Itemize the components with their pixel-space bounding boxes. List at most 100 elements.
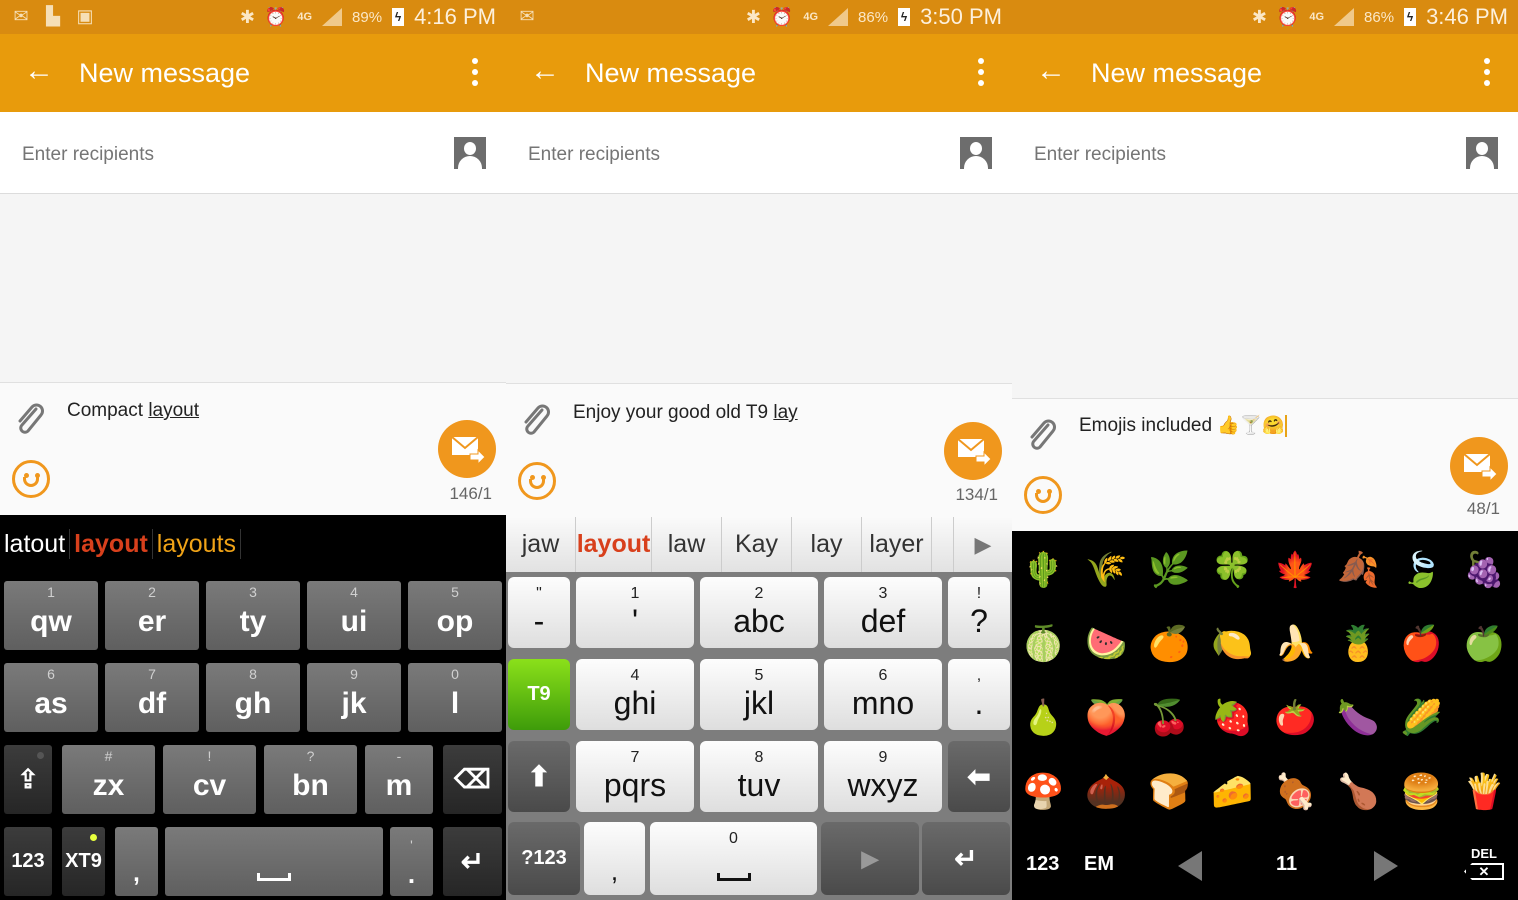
emoji-button-icon[interactable] bbox=[1024, 476, 1062, 514]
emoji-mode-key[interactable]: EM bbox=[1084, 853, 1114, 876]
emoji-key[interactable]: 🍆 bbox=[1327, 681, 1390, 755]
key-dash[interactable]: " - bbox=[508, 577, 570, 648]
key-m[interactable]: -m bbox=[365, 745, 433, 814]
recipients-input[interactable] bbox=[22, 144, 402, 166]
emoji-key[interactable]: 🍓 bbox=[1201, 681, 1264, 755]
recipients-input[interactable] bbox=[1034, 144, 1414, 166]
emoji-key[interactable]: 🍒 bbox=[1138, 681, 1201, 755]
emoji-key[interactable]: 🌵 bbox=[1012, 533, 1075, 607]
emoji-key[interactable]: 🍟 bbox=[1453, 755, 1516, 829]
emoji-key[interactable]: 🍑 bbox=[1075, 681, 1138, 755]
emoji-key[interactable]: 🍂 bbox=[1327, 533, 1390, 607]
key-question[interactable]: !? bbox=[948, 577, 1010, 648]
emoji-key[interactable]: 🧀 bbox=[1201, 755, 1264, 829]
key-2[interactable]: 2 abc bbox=[700, 577, 818, 648]
key-period[interactable]: ,. bbox=[948, 659, 1010, 730]
emoji-key[interactable]: 🌾 bbox=[1075, 533, 1138, 607]
send-button[interactable] bbox=[1450, 437, 1508, 495]
back-arrow-icon[interactable]: ← bbox=[530, 56, 560, 86]
emoji-key[interactable]: 🍊 bbox=[1138, 607, 1201, 681]
key-1[interactable]: 1 ' bbox=[576, 577, 694, 648]
emoji-key[interactable]: 🍔 bbox=[1390, 755, 1453, 829]
contact-picker-icon[interactable] bbox=[454, 137, 486, 169]
cursor-right-key[interactable]: ▶ bbox=[821, 822, 919, 895]
back-arrow-icon[interactable]: ← bbox=[1036, 56, 1066, 86]
key-gh[interactable]: 8 gh bbox=[206, 663, 300, 732]
key-8[interactable]: 8 tuv bbox=[700, 741, 818, 812]
emoji-key[interactable]: 🍃 bbox=[1390, 533, 1453, 607]
emoji-button-icon[interactable] bbox=[518, 462, 556, 500]
symbols-key[interactable]: ?123 bbox=[508, 822, 580, 895]
key-ty[interactable]: 3 ty bbox=[206, 581, 300, 650]
key-zx[interactable]: # zx bbox=[62, 745, 155, 814]
key-op[interactable]: 5 op bbox=[408, 581, 502, 650]
emoji-key[interactable]: 🌽 bbox=[1390, 681, 1453, 755]
send-button[interactable] bbox=[438, 420, 496, 478]
emoji-key[interactable]: 🍞 bbox=[1138, 755, 1201, 829]
emoji-key[interactable]: 🌶 bbox=[1453, 681, 1516, 755]
emoji-key[interactable]: 🍀 bbox=[1201, 533, 1264, 607]
backspace-key[interactable]: ⌫ bbox=[443, 745, 502, 814]
emoji-key[interactable]: 🍄 bbox=[1012, 755, 1075, 829]
emoji-key[interactable]: 🍋 bbox=[1201, 607, 1264, 681]
key-6[interactable]: 6 mno bbox=[824, 659, 942, 730]
emoji-key[interactable]: 🍖 bbox=[1264, 755, 1327, 829]
key-5[interactable]: 5 jkl bbox=[700, 659, 818, 730]
contact-picker-icon[interactable] bbox=[960, 137, 992, 169]
emoji-key[interactable]: 🍈 bbox=[1012, 607, 1075, 681]
emoji-key[interactable]: 🍍 bbox=[1327, 607, 1390, 681]
key-4[interactable]: 4 ghi bbox=[576, 659, 694, 730]
more-options-icon[interactable] bbox=[472, 58, 478, 86]
more-options-icon[interactable] bbox=[978, 58, 984, 86]
message-input[interactable]: Enjoy your good old T9 lay bbox=[573, 402, 798, 424]
shift-key[interactable]: ⬆ bbox=[508, 741, 570, 812]
t9-mode-key[interactable]: T9 bbox=[508, 659, 570, 730]
emoji-key[interactable]: 🍁 bbox=[1264, 533, 1327, 607]
xt9-mode-key[interactable]: XT9 bbox=[62, 827, 105, 896]
period-key[interactable]: '. bbox=[390, 827, 433, 896]
key-er[interactable]: 2 er bbox=[105, 581, 199, 650]
more-options-icon[interactable] bbox=[1484, 58, 1490, 86]
key-bn[interactable]: ? bn bbox=[264, 745, 357, 814]
attachment-icon[interactable] bbox=[1026, 419, 1060, 453]
key-3[interactable]: 3 def bbox=[824, 577, 942, 648]
backspace-key[interactable]: ⬅ bbox=[948, 741, 1010, 812]
key-cv[interactable]: ! cv bbox=[163, 745, 256, 814]
emoji-key[interactable]: 🍎 bbox=[1390, 607, 1453, 681]
emoji-key[interactable]: 🍇 bbox=[1453, 533, 1516, 607]
suggestion-item[interactable]: layer bbox=[862, 517, 932, 572]
key-9[interactable]: 9 wxyz bbox=[824, 741, 942, 812]
comma-key[interactable]: , bbox=[584, 822, 645, 895]
emoji-key[interactable]: 🌿 bbox=[1138, 533, 1201, 607]
key-df[interactable]: 7 df bbox=[105, 663, 199, 732]
emoji-key[interactable]: 🍐 bbox=[1012, 681, 1075, 755]
key-qw[interactable]: 1 qw bbox=[4, 581, 98, 650]
suggestion-item[interactable]: Kay bbox=[722, 517, 792, 572]
attachment-icon[interactable] bbox=[14, 403, 48, 437]
shift-key[interactable]: ⇪ bbox=[4, 745, 52, 814]
key-ui[interactable]: 4 ui bbox=[307, 581, 401, 650]
key-jk[interactable]: 9 jk bbox=[307, 663, 401, 732]
numbers-key[interactable]: 123 bbox=[4, 827, 52, 896]
next-page-icon[interactable] bbox=[1374, 851, 1398, 881]
recipients-input[interactable] bbox=[528, 144, 908, 166]
comma-key[interactable]: , bbox=[115, 827, 158, 896]
emoji-key[interactable]: 🍗 bbox=[1327, 755, 1390, 829]
message-input[interactable]: Emojis included 👍🍸🤗 bbox=[1079, 415, 1287, 437]
key-7[interactable]: 7 pqrs bbox=[576, 741, 694, 812]
enter-key[interactable]: ↵ bbox=[443, 827, 502, 896]
delete-key[interactable]: DEL ✕ bbox=[1464, 846, 1504, 880]
suggestion-item[interactable]: layouts bbox=[153, 528, 242, 559]
emoji-key[interactable]: 🍉 bbox=[1075, 607, 1138, 681]
more-suggestions-arrow-icon[interactable]: ▶ bbox=[954, 517, 1012, 572]
suggestion-item-selected[interactable]: layout bbox=[576, 517, 652, 572]
emoji-key[interactable]: 🍏 bbox=[1453, 607, 1516, 681]
contact-picker-icon[interactable] bbox=[1466, 137, 1498, 169]
key-as[interactable]: 6 as bbox=[4, 663, 98, 732]
space-key[interactable]: 0 bbox=[650, 822, 817, 895]
suggestion-item[interactable]: law bbox=[652, 517, 722, 572]
emoji-button-icon[interactable] bbox=[12, 460, 50, 498]
space-key[interactable] bbox=[165, 827, 383, 896]
suggestion-item[interactable]: jaw bbox=[506, 517, 576, 572]
key-l[interactable]: 0l bbox=[408, 663, 502, 732]
